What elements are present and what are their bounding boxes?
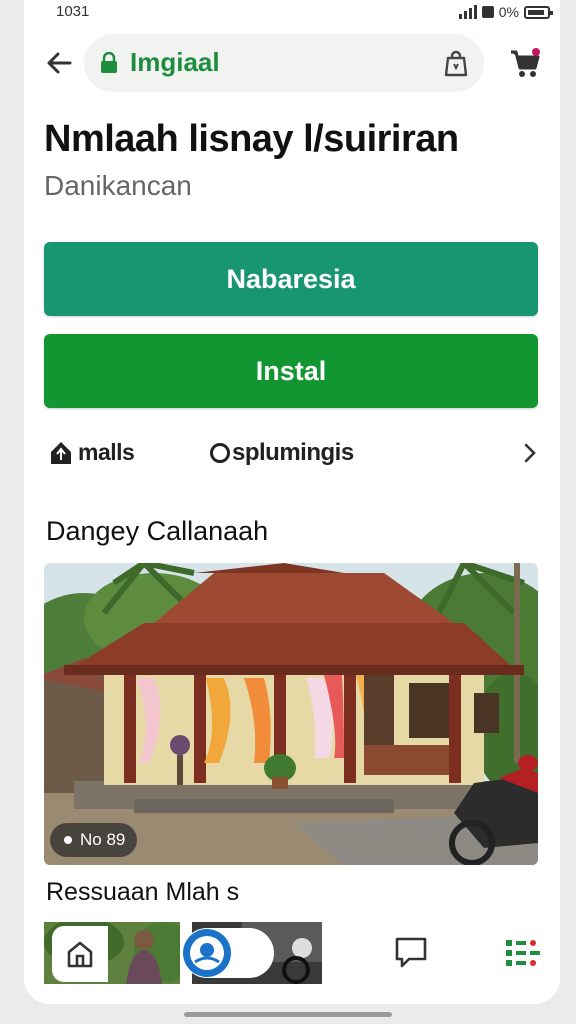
circle-icon <box>210 443 230 463</box>
url-bar[interactable]: Imgiaal <box>84 34 484 92</box>
notification-icon <box>481 6 494 18</box>
house-illustration <box>44 563 538 865</box>
section2-title: Ressuaan Mlah s <box>46 878 240 906</box>
chip-malls-label: malls <box>78 439 135 465</box>
home-indicator[interactable] <box>184 1012 392 1017</box>
photo-count-text: No 89 <box>80 830 126 849</box>
listing-photo[interactable]: No 89 <box>44 563 538 865</box>
battery-percent: 0% <box>498 4 519 20</box>
install-button[interactable]: Instal <box>44 334 538 408</box>
nav-home[interactable] <box>52 926 108 982</box>
bottom-nav <box>24 922 560 984</box>
shopping-bag-icon[interactable] <box>442 50 470 78</box>
chip-malls[interactable]: malls <box>48 439 135 466</box>
phone-screen: 1031 0% Imgiaal Nmlaah lisnay l/suiriran… <box>24 0 560 1004</box>
status-bar: 1031 0% <box>24 0 560 26</box>
photo-icon <box>64 836 72 844</box>
home-icon <box>67 941 93 968</box>
url-text: Imgiaal <box>130 47 220 77</box>
apps-icon <box>506 940 540 966</box>
chip-splumingis-label: splumingis <box>232 439 354 466</box>
back-arrow-icon[interactable] <box>44 48 74 78</box>
browser-toolbar: Imgiaal <box>24 34 560 92</box>
account-icon <box>183 929 231 977</box>
chat-icon <box>395 937 427 968</box>
chip-row: malls splumingis <box>24 428 560 478</box>
nav-toggle[interactable] <box>182 928 274 978</box>
status-time: 1031 <box>56 3 90 20</box>
primary-button[interactable]: Nabaresia <box>44 242 538 316</box>
lock-icon <box>101 52 117 73</box>
tag-icon <box>51 441 71 464</box>
status-icons: 0% <box>458 2 553 22</box>
nav-chat[interactable] <box>386 928 436 978</box>
battery-icon <box>524 5 553 19</box>
cart-icon[interactable] <box>508 46 542 80</box>
signal-icon <box>458 5 477 19</box>
nav-apps[interactable] <box>498 928 548 978</box>
chevron-right-icon[interactable] <box>520 441 540 465</box>
section-title: Dangey Callanaah <box>46 516 269 546</box>
listing-subtitle: Danikancan <box>44 170 192 201</box>
chip-splumingis[interactable]: splumingis <box>210 439 354 467</box>
listing-title: Nmlaah lisnay l/suiriran <box>44 118 459 160</box>
photo-count-badge: No 89 <box>50 823 138 857</box>
